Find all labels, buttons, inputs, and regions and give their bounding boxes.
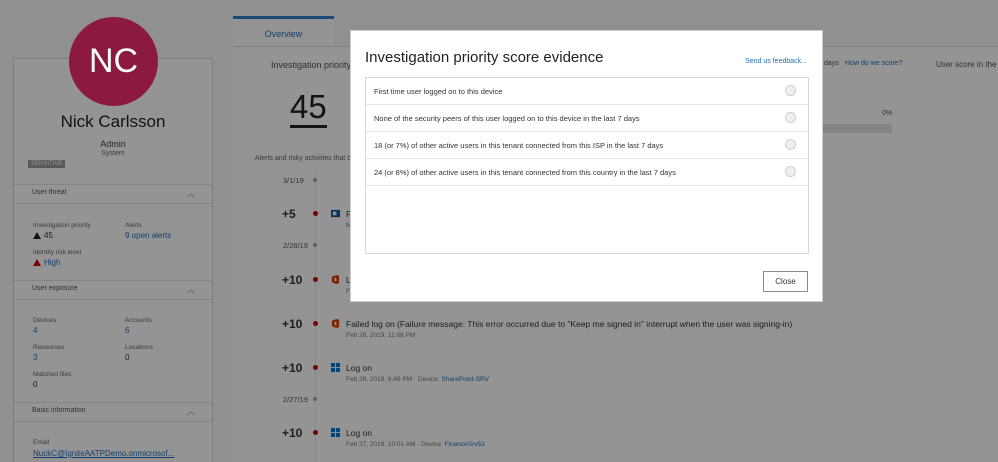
send-feedback-link[interactable]: Send us feedback... [745,58,807,65]
avatar: NC [69,17,158,106]
evidence-item: 18 (or 7%) of other active users in this… [366,132,808,159]
avatar-initials: NC [88,42,139,80]
evidence-list: First time user logged on to this device… [365,77,809,254]
check-circle-icon [785,112,796,123]
evidence-text: 24 (or 8%) of other active users in this… [374,168,676,177]
evidence-text: None of the security peers of this user … [374,114,640,123]
evidence-item: 24 (or 8%) of other active users in this… [366,159,808,186]
dialog-title: Investigation priority score evidence [365,49,604,66]
evidence-dialog: Investigation priority score evidence Se… [350,30,823,302]
close-button[interactable]: Close [763,271,808,292]
evidence-text: First time user logged on to this device [374,87,503,96]
evidence-item: None of the security peers of this user … [366,105,808,132]
check-circle-icon [785,139,796,150]
evidence-item: First time user logged on to this device [366,78,808,105]
evidence-text: 18 (or 7%) of other active users in this… [374,141,664,150]
check-circle-icon [785,85,796,96]
check-circle-icon [785,166,796,177]
